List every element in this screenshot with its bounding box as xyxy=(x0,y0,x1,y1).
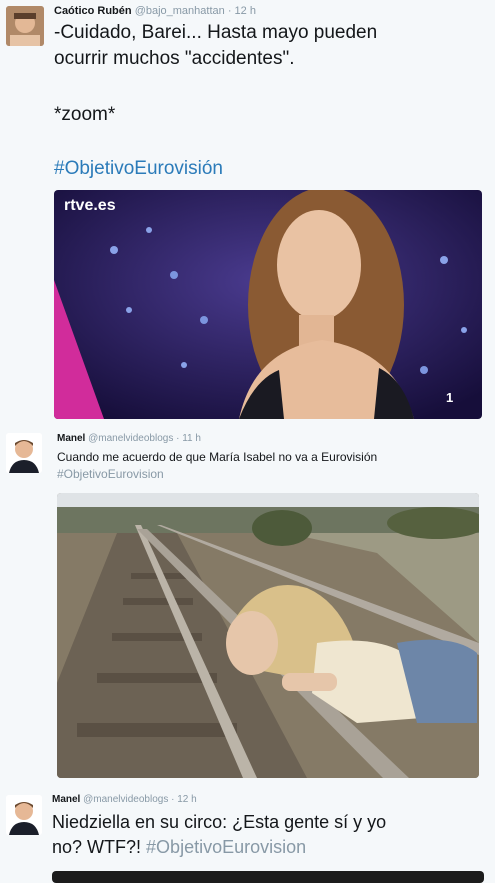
avatar[interactable] xyxy=(6,6,44,46)
tv-still-image: rtve.es 1 xyxy=(54,190,482,419)
display-name[interactable]: Caótico Rubén xyxy=(54,5,132,17)
avatar-image xyxy=(6,433,42,473)
hashtag-link[interactable]: #ObjetivoEurovision xyxy=(57,467,164,481)
timestamp[interactable]: · 11 h xyxy=(176,433,201,444)
hashtag-link[interactable]: #ObjetivoEurovisión xyxy=(54,158,223,180)
tweet-text-line-2: no? WTF?! #ObjetivoEurovision xyxy=(52,837,306,858)
avatar-image xyxy=(6,6,44,46)
user-handle[interactable]: @manelvideoblogs xyxy=(83,794,168,805)
tweet-1: Caótico Rubén @bajo_manhattan · 12 h -Cu… xyxy=(0,0,495,425)
tweet-header: Manel @manelvideoblogs · 12 h xyxy=(52,794,197,805)
tweet-header: Manel @manelvideoblogs · 11 h xyxy=(57,433,201,444)
tweet-media-photo[interactable]: rtve.es 1 xyxy=(54,190,482,419)
user-handle[interactable]: @bajo_manhattan xyxy=(135,5,225,17)
tweet-text-line: Niedziella en su circo: ¿Esta gente sí y… xyxy=(52,812,387,832)
avatar[interactable] xyxy=(6,433,42,473)
tweet-media-photo[interactable] xyxy=(57,493,479,778)
railway-photo xyxy=(57,493,479,778)
tweet-text-line: no? WTF?! xyxy=(52,837,142,857)
tweet-3: Manel @manelvideoblogs · 12 h Niedziella… xyxy=(0,785,495,883)
display-name[interactable]: Manel xyxy=(57,433,85,444)
channel-number: 1 xyxy=(446,390,453,405)
tweet-text-line: Cuando me acuerdo de que María Isabel no… xyxy=(57,450,378,464)
tweet-text-line: ocurrir muchos "accidentes". xyxy=(54,48,295,69)
avatar-image xyxy=(6,795,42,835)
display-name[interactable]: Manel xyxy=(52,794,80,805)
tweet-header: Caótico Rubén @bajo_manhattan · 12 h xyxy=(54,5,256,17)
avatar[interactable] xyxy=(6,795,42,835)
tweet-text-line: -Cuidado, Barei... Hasta mayo pueden xyxy=(54,22,378,43)
tweet-media-preview[interactable] xyxy=(52,871,484,883)
tweet-text-line: *zoom* xyxy=(54,104,116,125)
channel-logo: rtve.es xyxy=(64,197,116,214)
tweet-2: Manel @manelvideoblogs · 11 h Cuando me … xyxy=(0,425,495,785)
hashtag-link[interactable]: #ObjetivoEurovision xyxy=(146,837,306,857)
user-handle[interactable]: @manelvideoblogs xyxy=(88,433,173,444)
timestamp[interactable]: · 12 h xyxy=(171,794,197,805)
timestamp[interactable]: · 12 h xyxy=(228,5,256,17)
